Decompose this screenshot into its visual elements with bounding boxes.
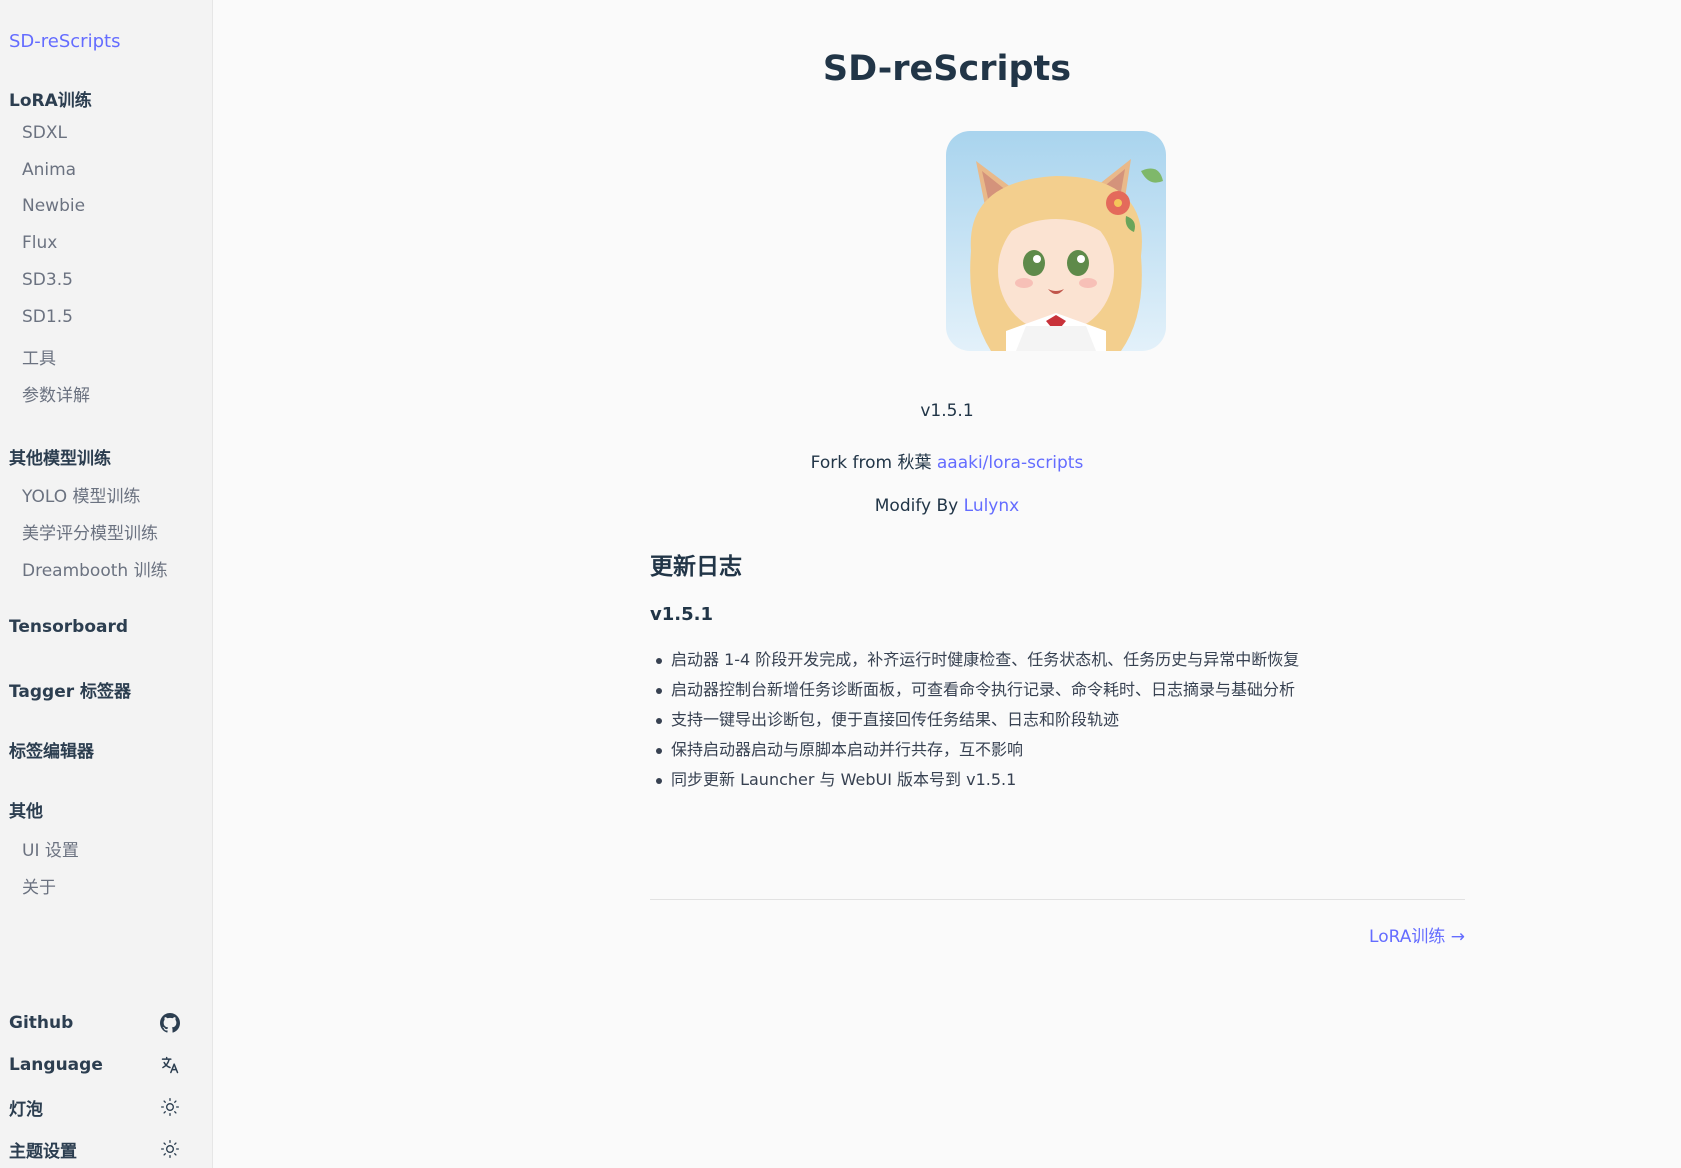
logo-avatar [946,131,1166,351]
sidebar-item-about[interactable]: 关于 [22,873,56,898]
main-content: SD-reScripts v1.5.1 Fork from 秋葉 aaaki/l… [213,0,1681,1168]
fork-prefix: Fork from 秋葉 [810,453,937,473]
sidebar-item-aesthetic[interactable]: 美学评分模型训练 [22,519,158,544]
footer-divider [650,899,1465,900]
sidebar-group-lora[interactable]: LoRA训练 [9,86,92,111]
sun-icon[interactable] [159,1138,181,1160]
list-item: 保持启动器启动与原脚本启动并行共存，互不影响 [655,738,1299,768]
theme-settings-toggle[interactable]: 主题设置 [9,1137,181,1162]
list-item: 同步更新 Launcher 与 WebUI 版本号到 v1.5.1 [655,768,1299,798]
sidebar-item-params[interactable]: 参数详解 [22,381,90,406]
author-link[interactable]: Lulynx [964,496,1020,516]
logo-illustration [946,131,1166,351]
sidebar-item-yolo[interactable]: YOLO 模型训练 [22,482,141,507]
sidebar-item-tagger[interactable]: Tagger 标签器 [9,677,131,702]
lightbulb-toggle[interactable]: 灯泡 [9,1095,181,1120]
lightbulb-label: 灯泡 [9,1099,43,1120]
modify-prefix: Modify By [874,496,964,516]
sidebar-item-dreambooth[interactable]: Dreambooth 训练 [22,556,168,581]
github-link[interactable]: Github [9,1011,181,1035]
version-text: v1.5.1 [920,401,974,421]
sidebar-item-tools[interactable]: 工具 [22,344,56,369]
github-label: Github [9,1013,74,1033]
changelog-version-heading: v1.5.1 [650,604,713,625]
list-item: 支持一键导出诊断包，便于直接回传任务结果、日志和阶段轨迹 [655,708,1299,738]
language-switch[interactable]: Language [9,1053,181,1077]
sidebar-item-sd35[interactable]: SD3.5 [22,270,73,290]
sidebar-item-sdxl[interactable]: SDXL [22,123,67,143]
language-label: Language [9,1055,103,1075]
brand-link[interactable]: SD-reScripts [9,31,120,52]
sidebar-item-anima[interactable]: Anima [22,160,76,180]
fork-repo-link[interactable]: aaaki/lora-scripts [937,453,1083,473]
sidebar-group-other[interactable]: 其他 [9,797,43,822]
sidebar-item-tensorboard[interactable]: Tensorboard [9,617,128,637]
page-title: SD-reScripts [822,49,1072,89]
next-page-link[interactable]: LoRA训练 → [1369,922,1465,947]
translate-icon[interactable] [159,1054,181,1076]
sun-icon[interactable] [159,1096,181,1118]
fork-line: Fork from 秋葉 aaaki/lora-scripts [213,448,1681,473]
sidebar-item-newbie[interactable]: Newbie [22,196,85,216]
changelog-heading: 更新日志 [650,554,742,580]
sidebar-item-sd15[interactable]: SD1.5 [22,307,73,327]
github-icon[interactable] [159,1012,181,1034]
list-item: 启动器 1-4 阶段开发完成，补齐运行时健康检查、任务状态机、任务历史与异常中断… [655,648,1299,678]
sidebar-group-other-models[interactable]: 其他模型训练 [9,444,111,469]
modify-line: Modify By Lulynx [213,496,1681,516]
changelog-list: 启动器 1-4 阶段开发完成，补齐运行时健康检查、任务状态机、任务历史与异常中断… [655,648,1299,798]
sidebar: SD-reScripts LoRA训练 SDXL Anima Newbie Fl… [0,0,213,1168]
sidebar-item-ui-settings[interactable]: UI 设置 [22,836,79,861]
theme-settings-label: 主题设置 [9,1141,77,1162]
sidebar-item-flux[interactable]: Flux [22,233,57,253]
list-item: 启动器控制台新增任务诊断面板，可查看命令执行记录、命令耗时、日志摘录与基础分析 [655,678,1299,708]
sidebar-item-tag-editor[interactable]: 标签编辑器 [9,737,94,762]
